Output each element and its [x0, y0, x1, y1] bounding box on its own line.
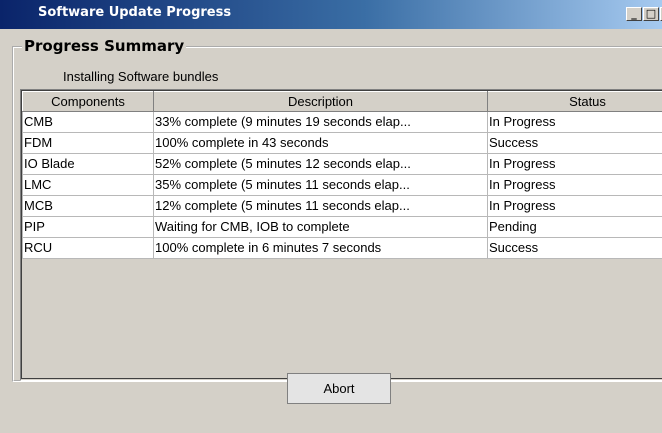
component-cell: LMC	[22, 174, 154, 196]
minimize-button[interactable]: _	[626, 7, 642, 21]
table-header-row: Components Description Status	[22, 91, 662, 112]
column-header-status[interactable]: Status	[487, 91, 662, 112]
status-cell: Pending	[487, 216, 662, 238]
description-cell: 52% complete (5 minutes 12 seconds elap.…	[153, 153, 488, 175]
status-cell: Success	[487, 237, 662, 259]
description-cell: 33% complete (9 minutes 19 seconds elap.…	[153, 111, 488, 133]
component-cell: MCB	[22, 195, 154, 217]
component-cell: PIP	[22, 216, 154, 238]
dialog-body: Progress Summary Installing Software bun…	[0, 29, 662, 433]
column-header-description[interactable]: Description	[153, 91, 488, 112]
status-cell: In Progress	[487, 195, 662, 217]
table-caption: Installing Software bundles	[63, 69, 219, 84]
status-cell: In Progress	[487, 153, 662, 175]
component-cell: FDM	[22, 132, 154, 154]
description-cell: 100% complete in 43 seconds	[153, 132, 488, 154]
table-row[interactable]: CMB 33% complete (9 minutes 19 seconds e…	[22, 111, 662, 133]
description-cell: 100% complete in 6 minutes 7 seconds	[153, 237, 488, 259]
maximize-button[interactable]: □	[643, 7, 659, 21]
column-header-components[interactable]: Components	[22, 91, 154, 112]
table-frame: Components Description Status CMB 33% co…	[21, 90, 662, 379]
status-cell: Success	[487, 132, 662, 154]
table-row[interactable]: LMC 35% complete (5 minutes 11 seconds e…	[22, 174, 662, 196]
table-scroll-pane[interactable]: Components Description Status CMB 33% co…	[20, 89, 662, 381]
description-cell: 12% complete (5 minutes 11 seconds elap.…	[153, 195, 488, 217]
status-cell: In Progress	[487, 174, 662, 196]
component-cell: CMB	[22, 111, 154, 133]
table-row[interactable]: IO Blade 52% complete (5 minutes 12 seco…	[22, 153, 662, 175]
progress-table: Components Description Status CMB 33% co…	[22, 91, 662, 259]
group-legend: Progress Summary	[22, 37, 187, 55]
title-bar[interactable]: Software Update Progress _ □ ×	[0, 0, 662, 29]
component-cell: RCU	[22, 237, 154, 259]
table-row[interactable]: PIP Waiting for CMB, IOB to complete Pen…	[22, 216, 662, 238]
description-cell: Waiting for CMB, IOB to complete	[153, 216, 488, 238]
component-cell: IO Blade	[22, 153, 154, 175]
abort-button[interactable]: Abort	[287, 373, 391, 404]
description-cell: 35% complete (5 minutes 11 seconds elap.…	[153, 174, 488, 196]
table-row[interactable]: MCB 12% complete (5 minutes 11 seconds e…	[22, 195, 662, 217]
status-cell: In Progress	[487, 111, 662, 133]
table-row[interactable]: RCU 100% complete in 6 minutes 7 seconds…	[22, 237, 662, 259]
table-row[interactable]: FDM 100% complete in 43 seconds Success	[22, 132, 662, 154]
window-title: Software Update Progress	[38, 5, 232, 20]
